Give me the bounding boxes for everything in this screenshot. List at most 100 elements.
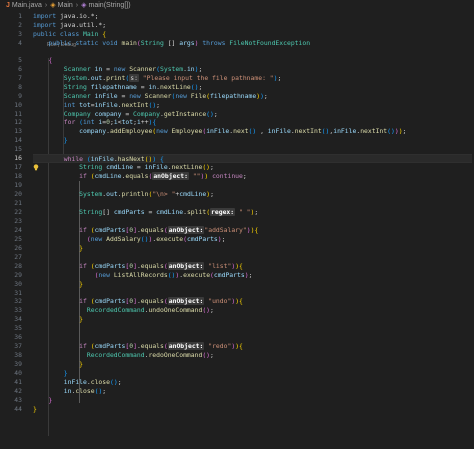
code-token: ;: [198, 64, 203, 73]
code-token: new: [129, 91, 145, 100]
breadcrumb-method[interactable]: main(String[]): [89, 2, 131, 9]
line-number: 19: [14, 181, 22, 190]
code-token: "undo": [204, 297, 232, 306]
code-line[interactable]: if (cmdParts[0].equals(anObject:"addSala…: [33, 225, 472, 235]
code-token: ;: [221, 234, 226, 243]
code-line[interactable]: RecordedCommand.redoOneCommand();: [33, 351, 472, 360]
code-token: inFile: [267, 127, 291, 136]
code-line[interactable]: import java.io.*;: [33, 12, 472, 21]
code-token: String: [79, 163, 107, 172]
code-line[interactable]: [33, 253, 472, 262]
code-line[interactable]: if (cmdLine.equals(anObject: "")) contin…: [33, 172, 472, 181]
code-token: getInstance: [163, 109, 207, 118]
code-line[interactable]: public static void main(String [] args) …: [33, 39, 472, 48]
code-line[interactable]: while (inFile.hasNext()) {: [33, 154, 472, 163]
code-line[interactable]: inFile.close();: [33, 378, 472, 387]
code-line[interactable]: String[] cmdParts = cmdLine.split(regex:…: [33, 207, 472, 217]
code-line[interactable]: for (int i=0;i<tot;i++){: [33, 118, 472, 127]
code-token: =: [121, 109, 134, 118]
code-line[interactable]: if (cmdParts[0].equals(anObject: "list")…: [33, 261, 472, 271]
code-token: filepathname: [90, 82, 137, 91]
code-token: ListAllRecords: [113, 270, 168, 279]
code-token: "addSalary": [204, 225, 247, 234]
code-line[interactable]: in.close();: [33, 387, 472, 396]
code-token: }: [79, 243, 84, 252]
code-editor[interactable]: Run | Debug 1 2 3 4 5 6 7 8 9 10 11 12 13 14 15 16 17 18 1…: [0, 12, 474, 449]
code-token: AddSalary: [106, 234, 141, 243]
line-number: 18: [14, 172, 22, 181]
code-token: import: [33, 20, 60, 29]
code-line[interactable]: company.addEmployee(new Employee(inFile.…: [33, 127, 472, 136]
code-line[interactable]: }: [33, 369, 472, 378]
code-token: Main: [83, 29, 103, 38]
code-token: public class: [33, 29, 84, 38]
code-line[interactable]: [33, 199, 472, 208]
breadcrumb-class[interactable]: Main: [58, 2, 73, 9]
code-token: ;: [210, 163, 214, 172]
code-line[interactable]: Scanner in = new Scanner(System.in);: [33, 65, 472, 74]
code-token: tot: [121, 118, 134, 127]
code-token: cmdParts: [94, 261, 126, 270]
breadcrumb-file[interactable]: Main.java: [12, 2, 42, 9]
code-line[interactable]: Company company = Company.getInstance();: [33, 110, 472, 119]
code-token: =: [144, 207, 157, 216]
inlay-hint: anObject:: [167, 342, 205, 351]
code-line[interactable]: [33, 181, 472, 190]
line-number: 35: [14, 324, 22, 333]
code-token: new: [175, 91, 191, 100]
code-token: }: [79, 315, 84, 324]
code-line[interactable]: System.out.println("\n> "+cmdLine);: [33, 190, 472, 199]
code-line[interactable]: (new ListAllRecords()).execute(cmdParts)…: [33, 271, 472, 280]
code-line[interactable]: }: [33, 244, 472, 253]
code-line[interactable]: String cmdLine = inFile.nextLine();: [33, 163, 472, 172]
code-line[interactable]: System.out.print(s: "Please input the fi…: [33, 73, 472, 83]
line-number: 17: [14, 163, 22, 172]
code-line[interactable]: [33, 324, 472, 333]
code-line[interactable]: if (cmdParts[0].equals(anObject: "undo")…: [33, 297, 472, 306]
code-line[interactable]: int tot=inFile.nextInt();: [33, 101, 472, 110]
code-line[interactable]: Scanner inFile = new Scanner(new File(fi…: [33, 92, 472, 101]
line-number: 12: [14, 118, 22, 127]
code-line[interactable]: if (cmdParts[0].equals(anObject: "redo")…: [33, 342, 472, 351]
code-line[interactable]: RecordedCommand.undoOneCommand();: [33, 306, 472, 315]
code-line[interactable]: }: [33, 136, 472, 145]
code-line[interactable]: }: [33, 315, 472, 324]
code-token: equals: [140, 297, 164, 306]
code-line[interactable]: }: [33, 405, 472, 414]
line-number: 41: [14, 378, 22, 386]
code-line[interactable]: {: [33, 56, 472, 65]
code-token: ;: [102, 386, 107, 395]
code-token: new: [156, 127, 172, 136]
code-token: out: [90, 73, 103, 82]
code-token: FileNotFoundException: [229, 38, 311, 47]
code-line[interactable]: }: [33, 360, 472, 369]
code-line[interactable]: public class Main {: [33, 30, 472, 39]
inlay-hint: anObject:: [167, 225, 205, 234]
code-token: nextInt: [121, 100, 149, 109]
code-token: import: [33, 12, 60, 20]
code-line[interactable]: [33, 289, 472, 298]
code-line[interactable]: [33, 217, 472, 226]
code-token: cmdParts: [113, 207, 145, 216]
line-number: 26: [14, 243, 22, 252]
code-line[interactable]: [33, 145, 472, 154]
code-token: ++: [140, 118, 149, 127]
line-number: 4: [18, 38, 22, 47]
code-line[interactable]: String filepathname = in.nextLine();: [33, 83, 472, 92]
code-line[interactable]: [33, 333, 472, 342]
code-token: ;: [277, 73, 282, 82]
code-line[interactable]: import java.util.*;: [33, 21, 472, 30]
code-token: continue: [208, 172, 243, 181]
line-number: 24: [14, 225, 22, 234]
code-line[interactable]: }: [33, 280, 472, 289]
code-line[interactable]: }: [33, 396, 472, 405]
code-line[interactable]: (new AddSalary()).execute(cmdParts);: [33, 235, 472, 244]
code-token: cmdParts: [94, 342, 126, 351]
line-number: 32: [14, 297, 22, 306]
